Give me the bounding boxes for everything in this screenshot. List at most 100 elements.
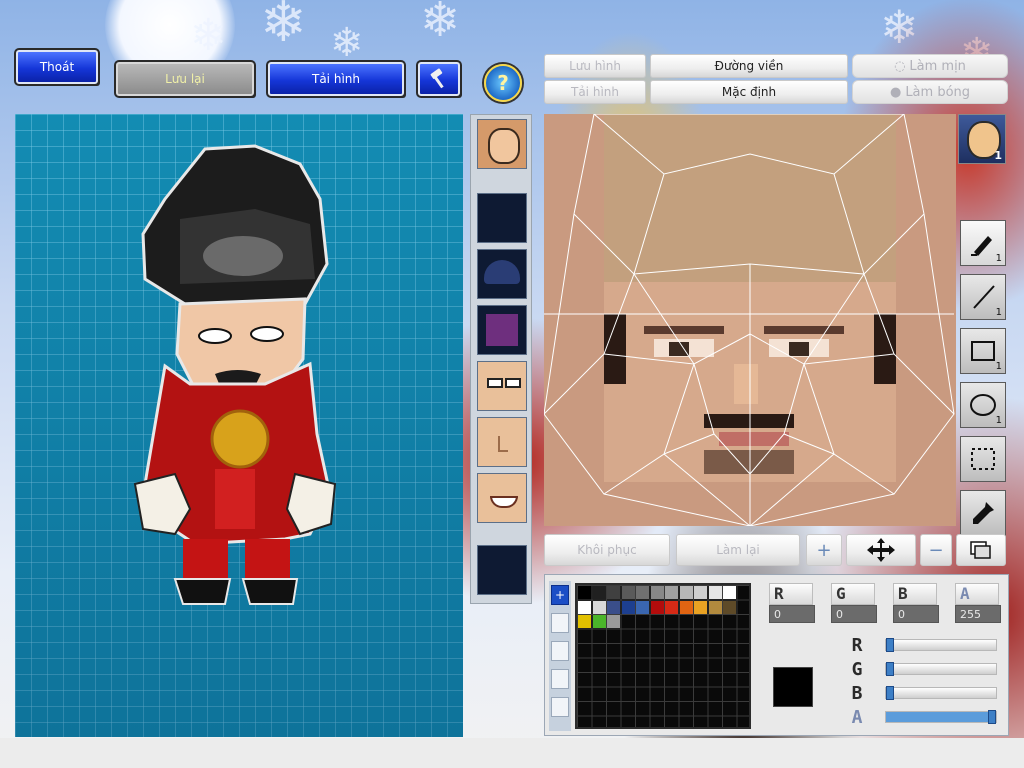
- color-swatch[interactable]: [607, 586, 620, 599]
- layers-button[interactable]: [956, 534, 1006, 566]
- save-image-tab[interactable]: Lưu hình: [544, 54, 646, 78]
- part-helmet[interactable]: [477, 249, 527, 299]
- color-swatch[interactable]: [708, 586, 722, 599]
- ellipse-tool-count: 1: [995, 415, 1002, 426]
- face-texture: [544, 114, 956, 526]
- palette-tab-active[interactable]: +: [551, 585, 569, 605]
- tool-column: 1 1 1 1: [958, 114, 1010, 536]
- outline-label: Đường viền: [714, 59, 784, 73]
- line-tool[interactable]: 1: [960, 274, 1006, 320]
- current-color-swatch: [773, 667, 813, 707]
- exit-label: Thoát: [39, 60, 75, 74]
- reload-button[interactable]: Tải hình: [266, 60, 406, 98]
- color-swatch[interactable]: [578, 600, 591, 614]
- restore-button[interactable]: Khôi phục: [544, 534, 670, 566]
- part-nose[interactable]: [477, 417, 527, 467]
- part-empty-slot[interactable]: [477, 193, 527, 243]
- pen-tool-count: 1: [995, 253, 1002, 264]
- nose-icon: [498, 436, 508, 452]
- eyedropper-tool[interactable]: [960, 490, 1006, 536]
- red-slider[interactable]: [885, 638, 997, 652]
- color-swatch[interactable]: [592, 586, 606, 599]
- background-floor: [0, 738, 1024, 768]
- color-swatch[interactable]: [665, 600, 678, 614]
- green-channel-header: G: [831, 583, 875, 605]
- color-swatch[interactable]: [607, 615, 620, 628]
- save-label: Lưu lại: [165, 72, 205, 86]
- smooth-label: Làm mịn: [909, 58, 966, 74]
- palette-tab-label: +: [554, 588, 566, 602]
- palette-tab[interactable]: [551, 641, 569, 661]
- face-texture-canvas[interactable]: [544, 114, 956, 526]
- color-swatch[interactable]: [679, 600, 693, 614]
- ellipse-tool[interactable]: 1: [960, 382, 1006, 428]
- swatch-grid[interactable]: [575, 583, 751, 729]
- palette-tab[interactable]: [551, 613, 569, 633]
- zoom-in-button[interactable]: +: [806, 534, 842, 566]
- load-image-tab[interactable]: Tải hình: [544, 80, 646, 104]
- color-swatch[interactable]: [650, 600, 664, 614]
- color-swatch[interactable]: [694, 600, 707, 614]
- eyes-icon: [487, 378, 503, 388]
- shade-button[interactable]: ● Làm bóng: [852, 80, 1008, 104]
- pen-tool[interactable]: 1: [960, 220, 1006, 266]
- rect-tool[interactable]: 1: [960, 328, 1006, 374]
- color-swatch[interactable]: [592, 600, 606, 614]
- red-value-field[interactable]: 0: [769, 605, 815, 623]
- blue-value-field[interactable]: 0: [893, 605, 939, 623]
- default-tab[interactable]: Mặc định: [650, 80, 848, 104]
- hammer-icon: [430, 68, 444, 89]
- blue-slider-label: B: [851, 683, 863, 704]
- color-swatch[interactable]: [607, 600, 620, 614]
- color-swatch[interactable]: [679, 586, 693, 599]
- color-swatch[interactable]: [694, 586, 707, 599]
- green-slider[interactable]: [885, 662, 997, 676]
- blue-channel-header: B: [893, 583, 937, 605]
- part-mouth[interactable]: [477, 473, 527, 523]
- part-empty-slot[interactable]: [477, 545, 527, 595]
- save-button[interactable]: Lưu lại: [114, 60, 256, 98]
- palette-tab[interactable]: [551, 669, 569, 689]
- color-swatch[interactable]: [650, 586, 664, 599]
- color-swatch[interactable]: [665, 586, 678, 599]
- green-value-field[interactable]: 0: [831, 605, 877, 623]
- reload-label: Tải hình: [312, 72, 360, 86]
- shade-label: Làm bóng: [905, 84, 971, 100]
- move-icon: [867, 538, 895, 562]
- select-tool[interactable]: [960, 436, 1006, 482]
- alpha-value-field[interactable]: 255: [955, 605, 1001, 623]
- part-face-preview[interactable]: [477, 119, 527, 169]
- redo-button[interactable]: Làm lại: [676, 534, 800, 566]
- ellipse-icon: [970, 394, 996, 416]
- load-image-label: Tải hình: [571, 85, 619, 99]
- color-swatch[interactable]: [723, 600, 736, 614]
- color-swatch[interactable]: [636, 600, 649, 614]
- outline-tab[interactable]: Đường viền: [650, 54, 848, 78]
- color-swatch[interactable]: [723, 586, 736, 599]
- help-button[interactable]: ?: [484, 64, 522, 102]
- part-armor[interactable]: [477, 305, 527, 355]
- red-slider-label: R: [851, 635, 863, 656]
- color-swatch[interactable]: [621, 600, 635, 614]
- blue-slider[interactable]: [885, 686, 997, 700]
- green-slider-label: G: [851, 659, 863, 680]
- move-button[interactable]: [846, 534, 916, 566]
- palette-tab[interactable]: [551, 697, 569, 717]
- exit-button[interactable]: Thoát: [14, 48, 100, 86]
- color-swatch[interactable]: [578, 586, 591, 599]
- layers-icon: [970, 541, 991, 559]
- line-tool-count: 1: [995, 307, 1002, 318]
- color-swatch[interactable]: [621, 586, 635, 599]
- alpha-slider[interactable]: [885, 710, 997, 724]
- smooth-button[interactable]: ◌ Làm mịn: [852, 54, 1008, 78]
- color-swatch[interactable]: [592, 615, 606, 628]
- zoom-out-button[interactable]: −: [920, 534, 952, 566]
- eyes-icon: [505, 378, 521, 388]
- color-swatch[interactable]: [578, 615, 591, 628]
- hammer-button[interactable]: [416, 60, 462, 98]
- part-eyes[interactable]: [477, 361, 527, 411]
- color-swatch[interactable]: [708, 600, 722, 614]
- red-channel-header: R: [769, 583, 813, 605]
- color-swatch[interactable]: [636, 586, 649, 599]
- character-preview-canvas[interactable]: [15, 114, 463, 737]
